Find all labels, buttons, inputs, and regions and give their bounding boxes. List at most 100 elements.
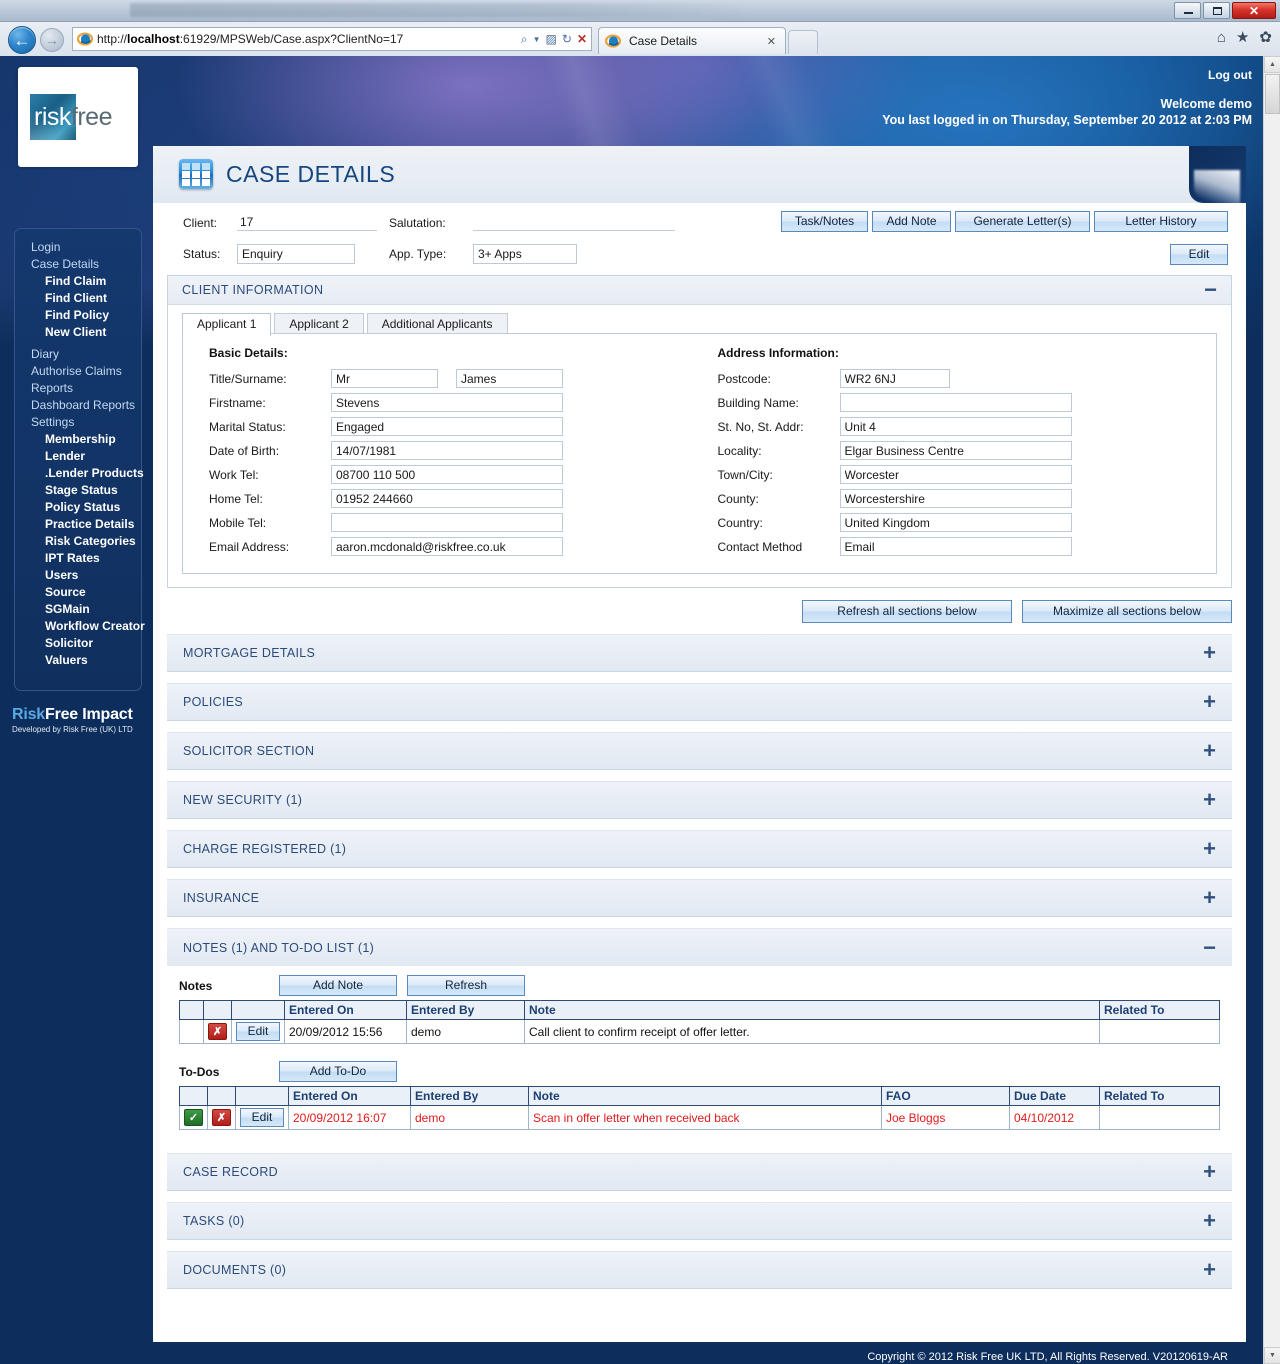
scrollbar-thumb[interactable] — [1265, 74, 1280, 114]
favorites-star-icon[interactable]: ★ — [1236, 30, 1249, 45]
section-policies[interactable]: POLICIES + — [167, 683, 1232, 721]
task-notes-button[interactable]: Task/Notes — [781, 211, 868, 232]
letter-history-button[interactable]: Letter History — [1094, 211, 1228, 232]
tab-applicant-2[interactable]: Applicant 2 — [274, 313, 364, 335]
maximize-button[interactable] — [1203, 2, 1230, 19]
field-input-secondary[interactable] — [456, 369, 563, 388]
sidebar-item-authorise-claims[interactable]: Authorise Claims — [15, 363, 141, 380]
field-input[interactable] — [839, 513, 1072, 532]
back-button[interactable]: ← — [8, 26, 36, 54]
sidebar-item-find-client[interactable]: Find Client — [15, 290, 141, 307]
address-bar[interactable]: http://localhost:61929/MPSWeb/Case.aspx?… — [72, 27, 592, 51]
minimize-button[interactable] — [1174, 2, 1201, 19]
section-documents-0[interactable]: DOCUMENTS (0) + — [167, 1251, 1232, 1289]
section-solicitor-section[interactable]: SOLICITOR SECTION + — [167, 732, 1232, 770]
notes-section-header[interactable]: NOTES (1) AND TO-DO LIST (1) − — [167, 928, 1232, 966]
home-icon[interactable]: ⌂ — [1217, 30, 1226, 45]
expand-plus-icon[interactable]: + — [1203, 691, 1216, 713]
scroll-down-icon[interactable]: ▼ — [1264, 1347, 1280, 1364]
table-row[interactable]: ✓ ✗ Edit 20/09/2012 16:07 demo Scan in offer … — [179, 1105, 1220, 1130]
table-row[interactable]: ✗ Edit 20/09/2012 15:56 demo Call client to … — [179, 1019, 1220, 1044]
expand-plus-icon[interactable]: + — [1203, 642, 1216, 664]
sidebar-item-membership[interactable]: Membership — [15, 431, 141, 448]
section-case-record[interactable]: CASE RECORD + — [167, 1153, 1232, 1191]
refresh-icon[interactable]: ↻ — [562, 32, 572, 46]
collapse-toggle-icon[interactable]: − — [1204, 279, 1217, 301]
field-input[interactable] — [839, 393, 1072, 412]
delete-x-icon[interactable]: ✗ — [208, 1023, 227, 1040]
notes-collapse-icon[interactable]: − — [1203, 936, 1216, 958]
sidebar-item-users[interactable]: Users — [15, 567, 141, 584]
sidebar-item-lender-products[interactable]: .Lender Products — [15, 465, 144, 482]
sidebar-item-valuers[interactable]: Valuers — [15, 652, 141, 669]
add-note-button[interactable]: Add Note — [872, 211, 951, 232]
field-input[interactable] — [331, 441, 563, 460]
field-input[interactable] — [331, 489, 563, 508]
sidebar-item-case-details[interactable]: Case Details — [15, 256, 141, 273]
riskfree-logo[interactable]: riskfree — [18, 67, 138, 167]
section-charge-registered-1[interactable]: CHARGE REGISTERED (1) + — [167, 830, 1232, 868]
section-insurance[interactable]: INSURANCE + — [167, 879, 1232, 917]
salutation-input[interactable] — [473, 214, 675, 231]
close-window-button[interactable]: ✕ — [1232, 2, 1276, 19]
sidebar-item-sgmain[interactable]: SGMain — [15, 601, 141, 618]
sidebar-item-find-policy[interactable]: Find Policy — [15, 307, 141, 324]
sidebar-item-solicitor[interactable]: Solicitor — [15, 635, 141, 652]
sidebar-item-login[interactable]: Login — [15, 239, 141, 256]
app-type-input[interactable] — [473, 244, 577, 264]
expand-plus-icon[interactable]: + — [1203, 740, 1216, 762]
field-input[interactable] — [331, 537, 563, 556]
field-input[interactable] — [839, 369, 950, 388]
sidebar-item-workflow-creator[interactable]: Workflow Creator — [15, 618, 145, 635]
expand-plus-icon[interactable]: + — [1203, 1161, 1216, 1183]
search-icon[interactable]: ⌕ — [521, 32, 528, 47]
sidebar-item-reports[interactable]: Reports — [15, 380, 141, 397]
sidebar-item-policy-status[interactable]: Policy Status — [15, 499, 141, 516]
maximize-all-sections-button[interactable]: Maximize all sections below — [1022, 600, 1232, 623]
chevron-down-icon[interactable]: ▼ — [533, 35, 541, 44]
sidebar-item-settings[interactable]: Settings — [15, 414, 141, 431]
browser-tab-case-details[interactable]: Case Details ✕ — [598, 27, 786, 54]
field-input[interactable] — [839, 465, 1072, 484]
expand-plus-icon[interactable]: + — [1203, 789, 1216, 811]
compatibility-view-icon[interactable]: ▨ — [546, 32, 557, 46]
sidebar-item-risk-categories[interactable]: Risk Categories — [15, 533, 141, 550]
status-input[interactable] — [237, 244, 355, 264]
field-input[interactable] — [839, 537, 1072, 556]
section-tasks-0[interactable]: TASKS (0) + — [167, 1202, 1232, 1240]
notes-add-note-button[interactable]: Add Note — [279, 975, 397, 996]
refresh-all-sections-button[interactable]: Refresh all sections below — [802, 600, 1012, 623]
section-mortgage-details[interactable]: MORTGAGE DETAILS + — [167, 634, 1232, 672]
page-scrollbar[interactable]: ▲ ▼ — [1263, 56, 1280, 1364]
row-edit-button[interactable]: Edit — [236, 1022, 280, 1041]
sidebar-item-find-claim[interactable]: Find Claim — [15, 273, 141, 290]
row-edit-button[interactable]: Edit — [240, 1108, 284, 1127]
expand-plus-icon[interactable]: + — [1203, 1259, 1216, 1281]
delete-x-icon[interactable]: ✗ — [212, 1109, 231, 1126]
field-input[interactable] — [331, 465, 563, 484]
sidebar-item-dashboard-reports[interactable]: Dashboard Reports — [15, 397, 141, 414]
sidebar-item-ipt-rates[interactable]: IPT Rates — [15, 550, 141, 567]
expand-plus-icon[interactable]: + — [1203, 838, 1216, 860]
section-new-security-1[interactable]: NEW SECURITY (1) + — [167, 781, 1232, 819]
tab-close-icon[interactable]: ✕ — [764, 35, 779, 48]
field-input[interactable] — [839, 489, 1072, 508]
field-input[interactable] — [839, 417, 1072, 436]
new-tab-button[interactable] — [788, 30, 818, 54]
sidebar-item-new-client[interactable]: New Client — [15, 324, 141, 341]
field-input[interactable] — [331, 393, 563, 412]
expand-plus-icon[interactable]: + — [1203, 887, 1216, 909]
sidebar-item-source[interactable]: Source — [15, 584, 141, 601]
sidebar-item-diary[interactable]: Diary — [15, 346, 141, 363]
check-icon[interactable]: ✓ — [184, 1109, 203, 1126]
generate-letters-button[interactable]: Generate Letter(s) — [955, 211, 1090, 232]
notes-refresh-button[interactable]: Refresh — [407, 975, 525, 996]
field-input[interactable] — [331, 513, 563, 532]
stop-icon[interactable]: ✕ — [577, 32, 587, 46]
sidebar-item-stage-status[interactable]: Stage Status — [15, 482, 141, 499]
field-input[interactable] — [331, 417, 563, 436]
edit-button[interactable]: Edit — [1170, 244, 1228, 265]
gear-icon[interactable]: ✿ — [1259, 30, 1272, 45]
logout-link[interactable]: Log out — [1208, 68, 1252, 82]
forward-button[interactable]: → — [40, 28, 64, 52]
